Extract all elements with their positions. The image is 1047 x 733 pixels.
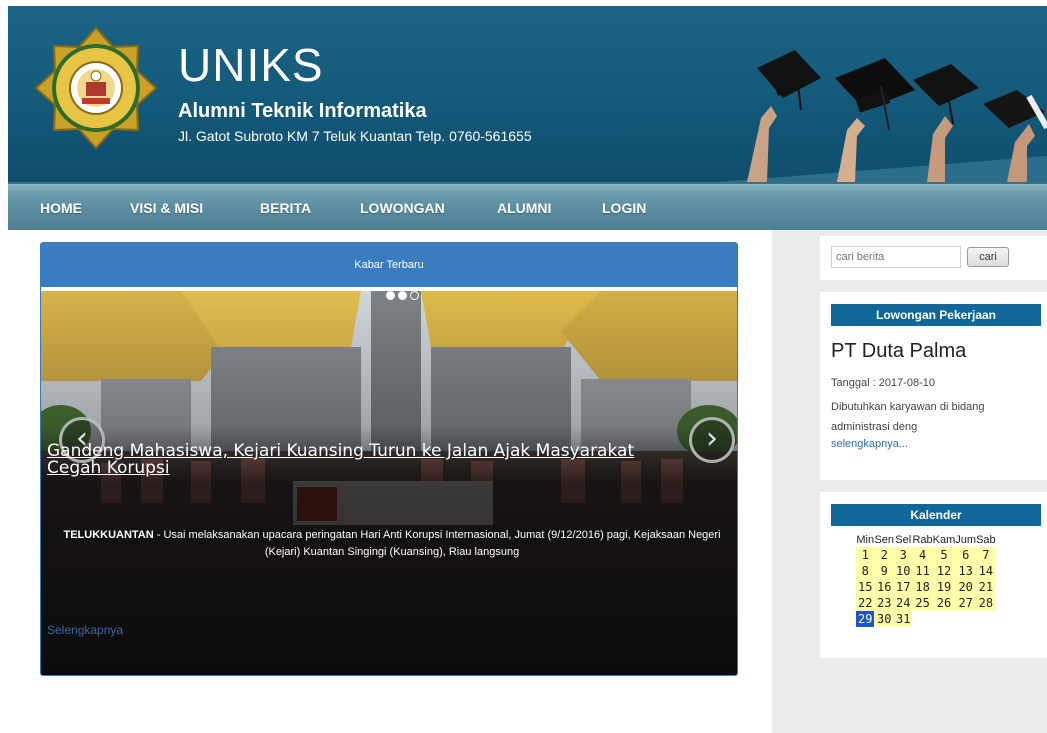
- calendar-day-cell[interactable]: 17: [894, 579, 913, 595]
- slide-body: - Usai melaksanakan upacara peringatan H…: [153, 529, 721, 558]
- carousel-indicators: [386, 291, 422, 301]
- calendar-day-cell[interactable]: 14: [976, 563, 996, 579]
- carousel-dot-3[interactable]: [410, 291, 419, 300]
- graduation-caps-image: [717, 50, 1047, 182]
- calendar-day-cell[interactable]: 27: [955, 595, 977, 611]
- calendar-week-row: 8 9 10 11 12 13 14: [856, 563, 996, 579]
- calendar-day-cell[interactable]: 28: [976, 595, 996, 611]
- calendar-day-cell[interactable]: 12: [932, 563, 956, 579]
- calendar-week-row: 1234567: [856, 547, 996, 563]
- chevron-right-icon: ›: [706, 421, 718, 456]
- calendar-day-header: Sel: [894, 532, 913, 547]
- nav-login[interactable]: LOGIN: [602, 200, 646, 216]
- nav-home[interactable]: HOME: [40, 200, 82, 216]
- site-subtitle: Alumni Teknik Informatika: [178, 100, 427, 122]
- nav-berita[interactable]: BERITA: [260, 200, 311, 216]
- nav-visi-misi[interactable]: VISI & MISI: [130, 200, 203, 216]
- main-navigation: HOME VISI & MISI BERITA LOWONGAN ALUMNI …: [8, 182, 1047, 230]
- calendar-body: 1 2 3 4 5 6 7 8 9 10 11 12 13 14 15 16 17 18 19 20 21 22 23 24 2…: [856, 547, 996, 627]
- university-logo: [34, 26, 158, 150]
- calendar-day-cell[interactable]: 20: [955, 579, 977, 595]
- calendar-empty-cell: [976, 611, 996, 627]
- calendar-day-header: Jum: [955, 532, 977, 547]
- calendar-day-header: Kam: [932, 532, 956, 547]
- calendar-day-cell[interactable]: 24: [894, 595, 913, 611]
- read-more-link[interactable]: Selengkapnya: [47, 623, 123, 637]
- calendar-day-cell[interactable]: 4: [912, 547, 933, 563]
- search-box: cari: [820, 236, 1047, 280]
- calendar-week-row: 29 30 31: [856, 611, 996, 627]
- calendar-empty-cell: [912, 611, 933, 627]
- calendar-week-row: 22 23 24 25 26 27 28: [856, 595, 996, 611]
- carousel-dot-2[interactable]: [398, 291, 407, 300]
- calendar-day-header: Min: [856, 532, 875, 547]
- job-listing-title: Lowongan Pekerjaan: [831, 304, 1041, 326]
- job-description: Dibutuhkan karyawan di bidang administra…: [831, 401, 985, 433]
- carousel-dot-1[interactable]: [386, 291, 395, 300]
- calendar-day-cell[interactable]: 16: [874, 579, 895, 595]
- calendar-day-cell[interactable]: 10: [894, 563, 913, 579]
- calendar-day-cell[interactable]: 6: [955, 547, 977, 563]
- calendar-day-header: Sen: [874, 532, 895, 547]
- calendar-day-cell[interactable]: 13: [955, 563, 977, 579]
- nav-alumni[interactable]: ALUMNI: [497, 200, 551, 216]
- calendar-day-cell[interactable]: 2: [874, 547, 895, 563]
- calendar-box: Kalender Min Sen Sel Rab Kam Jum Sab 123…: [820, 492, 1047, 658]
- calendar-day-cell[interactable]: 19: [932, 579, 956, 595]
- news-heading: Kabar Terbaru: [41, 243, 737, 287]
- calendar-day-cell[interactable]: 18: [912, 579, 933, 595]
- calendar-day-cell[interactable]: 9: [874, 563, 895, 579]
- carousel-next-button[interactable]: ›: [689, 417, 735, 463]
- site-title: UNIKS: [178, 39, 324, 91]
- calendar-day-cell[interactable]: 5: [932, 547, 956, 563]
- calendar-day-cell[interactable]: 3: [894, 547, 913, 563]
- calendar-day-cell[interactable]: 21: [976, 579, 996, 595]
- slide-location: TELUKKUANTAN: [63, 529, 154, 541]
- calendar-day-cell[interactable]: 23: [874, 595, 895, 611]
- calendar-day-header: Sab: [976, 532, 996, 547]
- calendar-day-cell[interactable]: 31: [894, 611, 913, 627]
- job-date: Tanggal : 2017-08-10: [831, 377, 935, 389]
- calendar-day-cell[interactable]: 1: [856, 547, 875, 563]
- calendar-day-cell[interactable]: 22: [856, 595, 875, 611]
- calendar-today-cell[interactable]: 29: [856, 611, 875, 627]
- calendar-title: Kalender: [831, 504, 1041, 526]
- search-input[interactable]: [831, 246, 961, 268]
- search-button[interactable]: cari: [967, 247, 1009, 267]
- calendar-day-cell[interactable]: 8: [856, 563, 875, 579]
- calendar-day-cell[interactable]: 15: [856, 579, 875, 595]
- calendar-empty-cell: [932, 611, 956, 627]
- calendar-day-cell[interactable]: 7: [976, 547, 996, 563]
- site-header: UNIKS Alumni Teknik Informatika Jl. Gato…: [8, 6, 1047, 182]
- nav-lowongan[interactable]: LOWONGAN: [360, 200, 445, 216]
- calendar-week-row: 15 16 17 18 19 20 21: [856, 579, 996, 595]
- calendar-empty-cell: [955, 611, 977, 627]
- calendar-day-cell[interactable]: 25: [912, 595, 933, 611]
- calendar-day-cell[interactable]: 30: [874, 611, 895, 627]
- job-listing-box: Lowongan Pekerjaan PT Duta Palma Tanggal…: [820, 292, 1047, 480]
- slide-title[interactable]: Gandeng Mahasiswa, Kejari Kuansing Turun…: [47, 443, 687, 477]
- news-panel: Kabar Terbaru ‹ › Gandeng Mahasiswa, Kej…: [40, 242, 738, 676]
- job-company: PT Duta Palma: [831, 340, 967, 362]
- slide-excerpt: TELUKKUANTAN - Usai melaksanakan upacara…: [47, 527, 737, 561]
- calendar-table: Min Sen Sel Rab Kam Jum Sab 1 2 3 4 5 6 7 8 9 10 1…: [856, 532, 996, 627]
- calendar-day-cell[interactable]: 11: [912, 563, 933, 579]
- site-address: Jl. Gatot Subroto KM 7 Teluk Kuantan Tel…: [178, 128, 532, 144]
- news-carousel: ‹ › Gandeng Mahasiswa, Kejari Kuansing T…: [41, 291, 737, 675]
- job-read-more-link[interactable]: selengkapnya...: [831, 438, 908, 450]
- slide-photo: [41, 291, 737, 675]
- calendar-day-cell[interactable]: 26: [932, 595, 956, 611]
- calendar-day-header: Rab: [912, 532, 933, 547]
